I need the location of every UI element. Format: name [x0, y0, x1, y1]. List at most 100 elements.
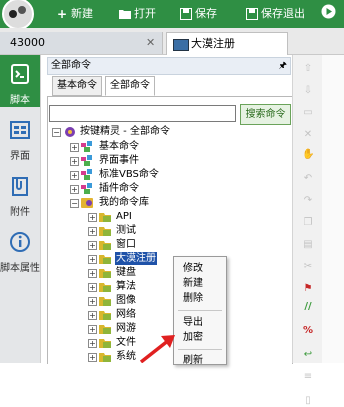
expand-icon[interactable]: +	[88, 213, 97, 222]
avatar[interactable]	[2, 0, 34, 30]
sidebar-item-interface[interactable]: 界面	[0, 111, 40, 163]
redo-icon[interactable]: ↷	[302, 195, 314, 207]
menu-item-delete[interactable]: 删除	[183, 292, 203, 305]
tab-all-commands[interactable]: 全部命令	[105, 76, 155, 96]
expand-icon[interactable]: +	[88, 241, 97, 250]
sidebar-item-label: 脚本	[10, 95, 30, 106]
folder-icon	[99, 281, 111, 292]
plus-icon: +	[56, 7, 68, 21]
hand-icon[interactable]: ✋	[302, 149, 314, 161]
folder-icon	[99, 351, 111, 362]
expand-icon[interactable]: +	[70, 157, 79, 166]
new-button[interactable]: + 新建	[56, 5, 93, 23]
menu-item-encrypt[interactable]: 加密	[183, 331, 203, 344]
copy-icon[interactable]: ❐	[302, 217, 314, 229]
folder-icon	[99, 267, 111, 278]
tab-dm-register[interactable]: 大漠注册	[166, 32, 288, 55]
document-tabs: 43000 ✕ 大漠注册	[0, 28, 344, 55]
save-exit-button[interactable]: 保存退出	[246, 5, 305, 23]
expand-icon[interactable]: +	[88, 325, 97, 334]
sidebar-item-label: 脚本属性	[0, 263, 40, 274]
expand-icon[interactable]: +	[88, 283, 97, 292]
uncomment-icon[interactable]: %	[302, 325, 314, 337]
new-button-label: 新建	[71, 7, 93, 20]
comment-icon[interactable]: //	[302, 301, 314, 313]
folder-icon	[99, 323, 111, 334]
tree-item-label: 测试	[116, 225, 136, 236]
tab-basic-commands[interactable]: 基本命令	[52, 76, 102, 96]
tree-item-label: 窗口	[116, 239, 136, 250]
expand-icon[interactable]: +	[88, 297, 97, 306]
folder-icon	[119, 8, 131, 20]
collapse-icon[interactable]: −	[70, 199, 79, 208]
attachment-icon	[9, 175, 31, 197]
folder-icon	[99, 253, 111, 264]
expand-icon[interactable]: +	[88, 255, 97, 264]
sidebar-item-script[interactable]: 脚本	[0, 55, 40, 107]
tree-item-label: 大漠注册	[115, 252, 157, 265]
expand-icon[interactable]: +	[70, 143, 79, 152]
run-button[interactable]	[321, 4, 336, 23]
tree-group-label: 标准VBS命令	[99, 169, 159, 180]
expand-icon[interactable]: +	[88, 339, 97, 348]
command-subtabs: 基本命令 全部命令	[47, 76, 291, 96]
expand-icon[interactable]: +	[88, 353, 97, 362]
sidebar-item-label: 附件	[10, 207, 30, 218]
tree-item-label: 网游	[116, 323, 136, 334]
search-input[interactable]	[49, 105, 236, 122]
editor-margin	[322, 55, 344, 363]
save-button[interactable]: 保存	[180, 5, 217, 23]
tree-group-label: 插件命令	[99, 183, 139, 194]
menu-item-new[interactable]: 新建	[183, 277, 203, 290]
left-sidebar: 脚本 界面 附件 脚本属性	[0, 55, 41, 363]
expand-icon[interactable]: +	[70, 185, 79, 194]
expand-icon[interactable]: +	[88, 227, 97, 236]
tree-item-label: 算法	[116, 281, 136, 292]
find-icon[interactable]: ⚑	[302, 283, 314, 295]
expand-icon[interactable]: +	[70, 171, 79, 180]
folder-icon	[99, 225, 111, 236]
close-icon[interactable]: ✕	[146, 32, 155, 54]
menu-separator	[178, 349, 222, 350]
format-icon[interactable]: ≡	[302, 371, 314, 383]
undo-icon[interactable]: ↶	[302, 173, 314, 185]
insert-icon[interactable]: ▭	[302, 107, 314, 119]
tab-43000[interactable]: 43000 ✕	[0, 32, 163, 54]
paste-icon[interactable]: ▤	[302, 239, 314, 251]
library-icon	[81, 197, 93, 208]
menu-item-export[interactable]: 导出	[183, 316, 203, 329]
sidebar-item-attachment[interactable]: 附件	[0, 167, 40, 219]
cut-icon[interactable]: ✂	[302, 261, 314, 273]
search-button[interactable]: 搜索命令	[240, 104, 291, 125]
info-icon	[9, 231, 31, 253]
expand-icon[interactable]: +	[88, 311, 97, 320]
folder-icon	[99, 239, 111, 250]
sidebar-item-script-properties[interactable]: 脚本属性	[0, 223, 40, 275]
script-file-icon	[173, 39, 189, 51]
pin-icon[interactable]: 🖈	[279, 58, 287, 74]
delete-icon[interactable]: ✕	[302, 129, 314, 141]
panel-title: 全部命令	[51, 60, 91, 71]
down-arrow-icon[interactable]: ⇩	[302, 85, 314, 97]
tree-group-label: 基本命令	[99, 141, 139, 152]
script-icon	[9, 63, 31, 85]
tree-item-label: 键盘	[116, 267, 136, 278]
folder-icon	[99, 337, 111, 348]
save-icon	[180, 8, 192, 20]
command-group-icon	[81, 183, 93, 194]
collapse-icon[interactable]: −	[52, 128, 61, 137]
expand-icon[interactable]: +	[88, 269, 97, 278]
open-button[interactable]: 打开	[119, 5, 156, 23]
tree-item-label: API	[116, 211, 132, 222]
annotation-arrow-icon	[139, 335, 175, 363]
command-group-icon	[81, 141, 93, 152]
bookmark-icon[interactable]: ▯	[302, 395, 314, 407]
up-arrow-icon[interactable]: ⇧	[302, 63, 314, 75]
menu-item-refresh[interactable]: 刷新	[183, 354, 203, 367]
tree-item-label: 文件	[116, 337, 136, 348]
tree-item-label: 系统	[116, 351, 136, 362]
menu-item-edit[interactable]: 修改	[183, 262, 203, 275]
save-exit-button-label: 保存退出	[261, 7, 305, 20]
return-icon[interactable]: ↩	[302, 349, 314, 361]
tree-item-label: 网络	[116, 309, 136, 320]
